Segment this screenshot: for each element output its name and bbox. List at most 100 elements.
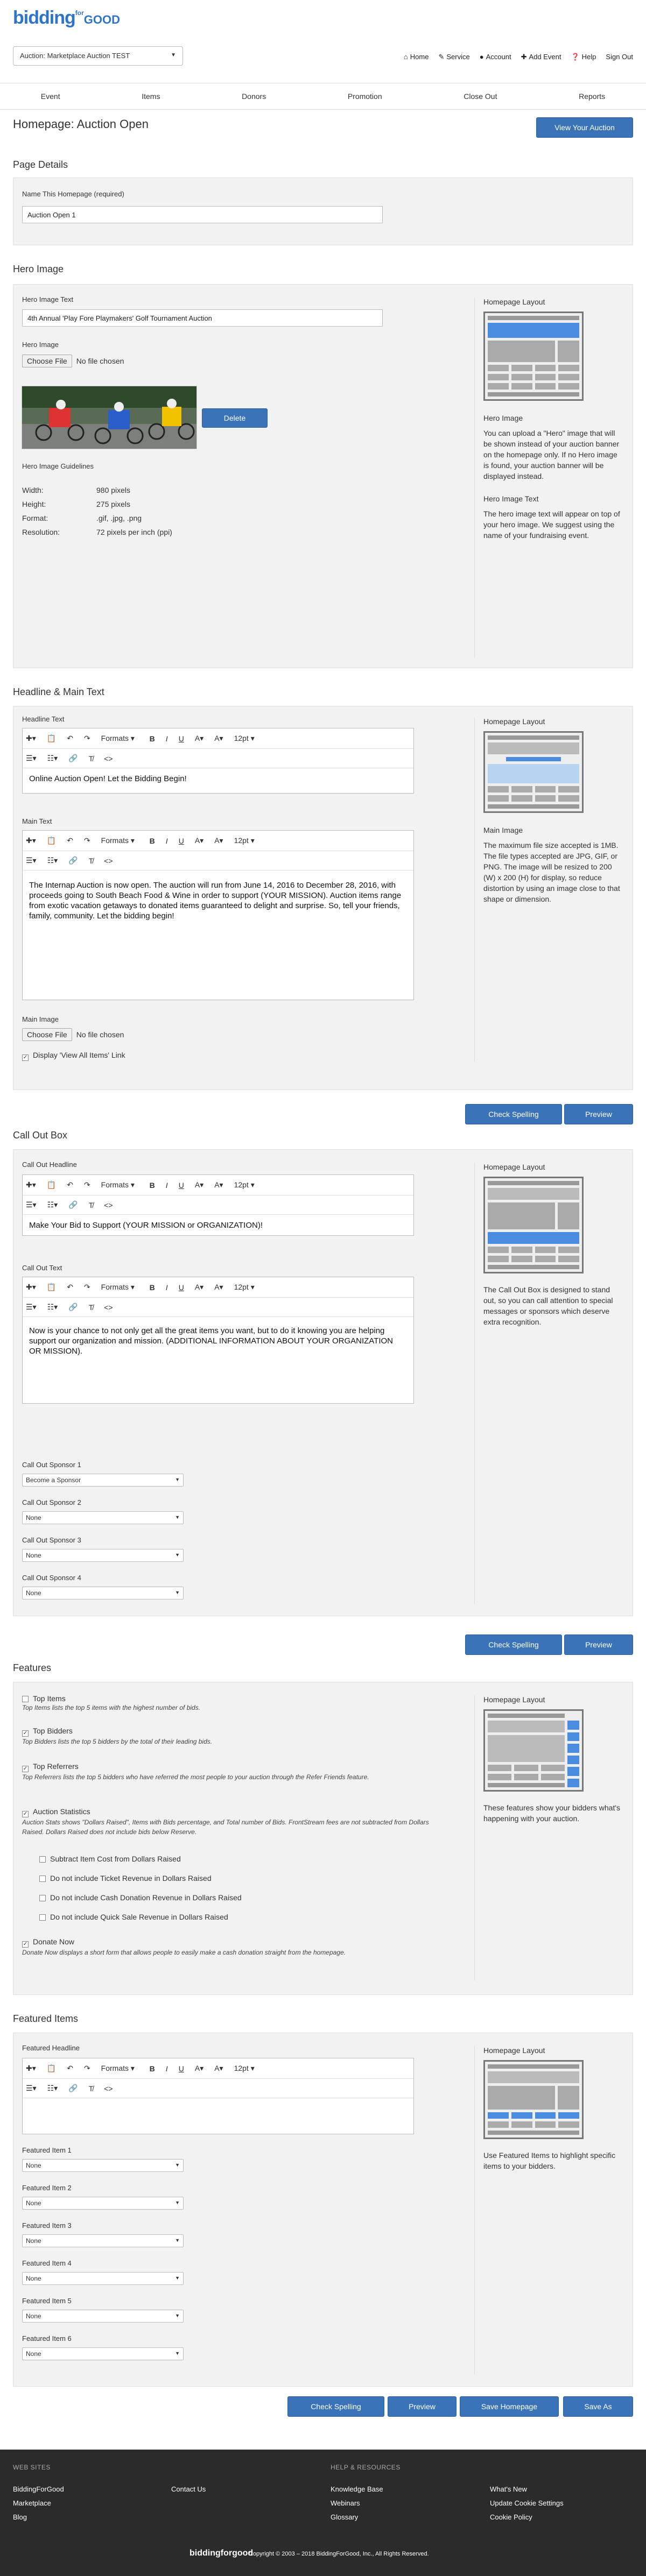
code-icon[interactable]: <> (104, 857, 113, 865)
underline-icon[interactable]: U (179, 734, 184, 743)
topnav-account[interactable]: ● Account (480, 53, 511, 61)
clear-format-icon[interactable]: T̸ (89, 1303, 94, 1312)
formats-dropdown[interactable]: Formats ▾ (101, 2064, 139, 2073)
bold-icon[interactable]: B (150, 1283, 155, 1292)
footer-link-knowledge-base[interactable]: Knowledge Base (331, 2485, 383, 2493)
underline-icon[interactable]: U (179, 837, 184, 845)
check-spelling-button-3[interactable]: Check Spelling (287, 2396, 384, 2417)
font-size-dropdown[interactable]: 12pt ▾ (234, 734, 299, 743)
sponsor-4-select[interactable]: None ▼ (22, 1587, 184, 1600)
bullet-list-icon[interactable]: ☰▾ (26, 754, 37, 763)
hero-file-input[interactable]: Choose File No file chosen (22, 355, 124, 367)
insert-icon[interactable]: ✚▾ (26, 1180, 36, 1190)
code-icon[interactable]: <> (104, 1201, 113, 1209)
number-list-icon[interactable]: ☷▾ (47, 2084, 58, 2093)
clear-format-icon[interactable]: T̸ (89, 857, 94, 865)
text-color-icon[interactable]: A▾ (195, 2064, 203, 2073)
bullet-list-icon[interactable]: ☰▾ (26, 2084, 37, 2093)
undo-icon[interactable]: ↶ (67, 836, 73, 845)
donate-now-checkbox[interactable]: ✓ Donate Now Donate Now displays a short f… (22, 1937, 431, 1957)
underline-icon[interactable]: U (179, 2064, 184, 2073)
topnav-help[interactable]: ❓ Help (571, 53, 596, 61)
link-icon[interactable]: 🔗 (68, 1303, 78, 1312)
main-image-file-input[interactable]: Choose File No file chosen (22, 1028, 124, 1041)
checkbox-checked[interactable]: ✓ (22, 1730, 29, 1737)
homepage-name-input[interactable]: Auction Open 1 (22, 206, 383, 223)
checkbox-unchecked[interactable] (39, 1856, 46, 1863)
bullet-list-icon[interactable]: ☰▾ (26, 1200, 37, 1209)
highlight-icon[interactable]: A▾ (214, 1283, 223, 1292)
paste-icon[interactable]: 📋 (47, 2064, 56, 2073)
featured-item-3-select[interactable]: None ▼ (22, 2234, 184, 2247)
paste-icon[interactable]: 📋 (47, 1180, 56, 1190)
featured-item-6-select[interactable]: None ▼ (22, 2347, 184, 2360)
footer-link-cookie-policy[interactable]: Cookie Policy (490, 2513, 532, 2521)
callout-text-editor[interactable]: ✚▾ 📋 ↶ ↷ Formats ▾ B I U A▾ A▾ 12pt ▾ ☰▾ ☷▾ 🔗 T̸ <> No… (22, 1277, 414, 1404)
footer-link-biddingforgood[interactable]: BiddingForGood (13, 2485, 64, 2493)
undo-icon[interactable]: ↶ (67, 2064, 73, 2073)
topnav-add-event[interactable]: ✚ Add Event (521, 53, 561, 61)
check-spelling-button-2[interactable]: Check Spelling (465, 1634, 562, 1655)
bold-icon[interactable]: B (150, 1181, 155, 1190)
paste-icon[interactable]: 📋 (47, 836, 56, 845)
bullet-list-icon[interactable]: ☰▾ (26, 856, 37, 865)
mainnav-items[interactable]: Items (142, 92, 160, 101)
formats-dropdown[interactable]: Formats ▾ (101, 1283, 139, 1292)
insert-icon[interactable]: ✚▾ (26, 734, 36, 743)
insert-icon[interactable]: ✚▾ (26, 1283, 36, 1292)
bullet-list-icon[interactable]: ☰▾ (26, 1303, 37, 1312)
choose-file-button[interactable]: Choose File (22, 1028, 72, 1041)
main-text-editor-content[interactable]: The Internap Auction is now open. The au… (23, 871, 413, 926)
checkbox-unchecked[interactable] (39, 1914, 46, 1921)
topnav-home[interactable]: ⌂ Home (404, 53, 429, 61)
undo-icon[interactable]: ↶ (67, 1283, 73, 1292)
number-list-icon[interactable]: ☷▾ (47, 1200, 58, 1209)
bold-icon[interactable]: B (150, 2064, 155, 2073)
top-bidders-checkbox[interactable]: ✓ Top Bidders Top Bidders lists the top 5 … (22, 1726, 431, 1746)
paste-icon[interactable]: 📋 (47, 734, 56, 743)
font-size-dropdown[interactable]: 12pt ▾ (234, 836, 299, 845)
paste-icon[interactable]: 📋 (47, 1283, 56, 1292)
exclude-ticket-revenue-checkbox[interactable]: Do not include Ticket Revenue in Dollars… (39, 1874, 212, 1883)
footer-link-whats-new[interactable]: What's New (490, 2485, 527, 2493)
code-icon[interactable]: <> (104, 754, 113, 763)
mainnav-reports[interactable]: Reports (579, 92, 605, 101)
checkbox-checked[interactable]: ✓ (22, 1811, 29, 1817)
checkbox-checked[interactable]: ✓ (22, 1055, 29, 1061)
bold-icon[interactable]: B (150, 837, 155, 845)
italic-icon[interactable]: I (166, 2064, 168, 2073)
redo-icon[interactable]: ↷ (84, 734, 90, 743)
text-color-icon[interactable]: A▾ (195, 1180, 203, 1190)
mainnav-donors[interactable]: Donors (242, 92, 266, 101)
footer-link-webinars[interactable]: Webinars (331, 2499, 360, 2507)
preview-button-3[interactable]: Preview (388, 2396, 457, 2417)
main-text-editor[interactable]: ✚▾ 📋 ↶ ↷ Formats ▾ B I U A▾ A▾ 12pt ▾ ☰▾ ☷▾ 🔗 T̸ <> Th… (22, 830, 414, 1000)
featured-item-4-select[interactable]: None ▼ (22, 2272, 184, 2285)
highlight-icon[interactable]: A▾ (214, 836, 223, 845)
highlight-icon[interactable]: A▾ (214, 2064, 223, 2073)
link-icon[interactable]: 🔗 (68, 754, 78, 763)
auction-select[interactable]: Auction: Marketplace Auction TEST ▼ (13, 46, 183, 66)
save-homepage-button[interactable]: Save Homepage (460, 2396, 559, 2417)
text-color-icon[interactable]: A▾ (195, 734, 203, 743)
formats-dropdown[interactable]: Formats ▾ (101, 734, 139, 743)
clear-format-icon[interactable]: T̸ (89, 1201, 94, 1209)
italic-icon[interactable]: I (166, 837, 168, 845)
footer-link-glossary[interactable]: Glossary (331, 2513, 358, 2521)
italic-icon[interactable]: I (166, 1181, 168, 1190)
preview-button-2[interactable]: Preview (564, 1634, 633, 1655)
auction-statistics-checkbox[interactable]: ✓ Auction Statistics Auction Stats shows "… (22, 1807, 431, 1837)
undo-icon[interactable]: ↶ (67, 734, 73, 743)
mainnav-event[interactable]: Event (41, 92, 60, 101)
redo-icon[interactable]: ↷ (84, 836, 90, 845)
view-all-items-checkbox[interactable]: ✓ Display 'View All Items' Link (22, 1051, 125, 1061)
callout-headline-content[interactable]: Make Your Bid to Support (YOUR MISSION o… (23, 1215, 413, 1236)
subtract-item-cost-checkbox[interactable]: Subtract Item Cost from Dollars Raised (39, 1855, 181, 1863)
footer-link-marketplace[interactable]: Marketplace (13, 2499, 51, 2507)
bold-icon[interactable]: B (150, 734, 155, 743)
footer-link-contact[interactable]: Contact Us (171, 2485, 206, 2493)
headline-editor-content[interactable]: Online Auction Open! Let the Bidding Beg… (23, 768, 413, 789)
checkbox-unchecked[interactable] (22, 1696, 29, 1702)
formats-dropdown[interactable]: Formats ▾ (101, 836, 139, 845)
exclude-quick-sale-checkbox[interactable]: Do not include Quick Sale Revenue in Dol… (39, 1913, 228, 1921)
